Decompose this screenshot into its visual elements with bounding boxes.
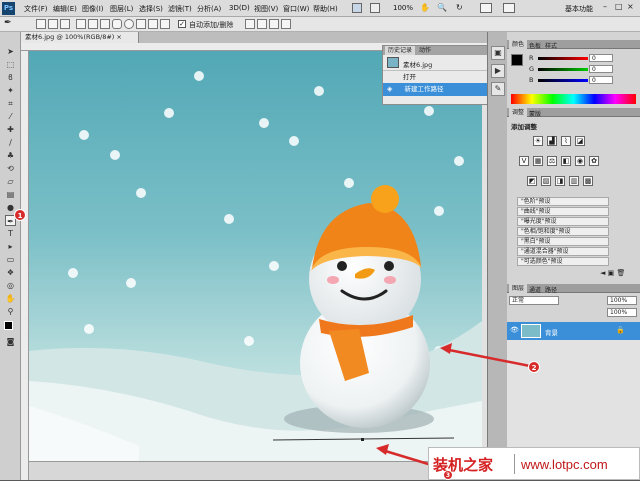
annotation-arrowhead-3: [376, 444, 389, 455]
annotation-badge-2: 2: [528, 361, 540, 373]
watermark: 装机之家 www.lotpc.com 3: [428, 447, 640, 480]
watermark-divider: [514, 454, 515, 474]
annotation-badge-3: 3: [443, 470, 453, 480]
annotation-arrowhead-2: [440, 343, 452, 354]
annotation-badge-1: 1: [14, 209, 26, 221]
annotation-overlay: [376, 343, 531, 472]
annotation-arrow-2: [443, 347, 531, 368]
watermark-url: www.lotpc.com: [521, 457, 608, 472]
watermark-cn: 装机之家: [433, 456, 494, 474]
